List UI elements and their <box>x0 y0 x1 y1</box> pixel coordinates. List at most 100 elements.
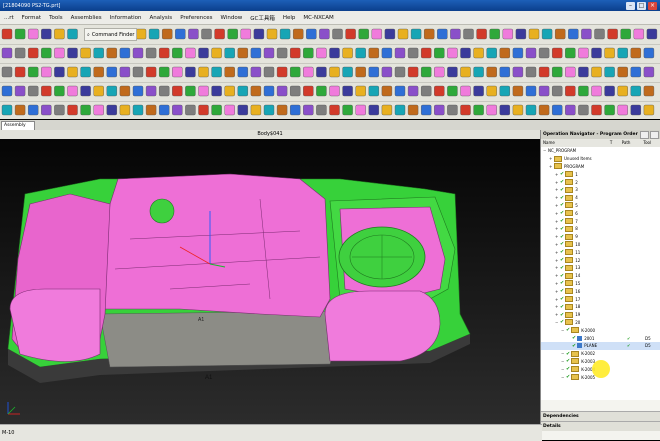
toolbar-tool-icon[interactable] <box>28 85 39 97</box>
toolbar-tool-icon[interactable] <box>93 66 104 78</box>
toolbar-tool-icon[interactable] <box>630 66 641 78</box>
toolbar-tool-icon[interactable] <box>119 66 131 78</box>
toolbar-tool-icon[interactable] <box>303 47 314 59</box>
toolbar-tool-icon[interactable] <box>604 47 615 59</box>
toolbar-tool-icon[interactable] <box>14 28 26 40</box>
tree-row[interactable]: + ✔ 15 <box>541 280 660 288</box>
toolbar-tool-icon[interactable] <box>80 85 91 97</box>
menu-item-preferences[interactable]: Preferences <box>176 15 216 21</box>
toolbar-tool-icon[interactable] <box>643 66 655 78</box>
toolbar-tool-icon[interactable] <box>512 47 524 59</box>
toolbar-tool-icon[interactable] <box>594 28 605 40</box>
toolbar-tool-icon[interactable] <box>502 28 513 40</box>
toolbar-tool-icon[interactable] <box>447 104 458 116</box>
tree-row[interactable]: + PROGRAM <box>541 163 660 171</box>
menu-item-tools[interactable]: Tools <box>45 15 67 21</box>
toolbar-tool-icon[interactable] <box>41 66 52 78</box>
toolbar-tool-icon[interactable] <box>525 66 537 78</box>
mold-model[interactable]: A1 A1 <box>0 139 540 424</box>
toolbar-tool-icon[interactable] <box>486 104 497 116</box>
toolbar-tool-icon[interactable] <box>512 104 524 116</box>
toolbar-tool-icon[interactable] <box>263 47 275 59</box>
toolbar-tool-icon[interactable] <box>172 85 183 97</box>
toolbar-tool-icon[interactable] <box>316 66 327 78</box>
toolbar-tool-icon[interactable] <box>80 104 91 116</box>
toolbar-tool-icon[interactable] <box>135 28 147 40</box>
toolbar-tool-icon[interactable] <box>630 47 641 59</box>
toolbar-tool-icon[interactable] <box>290 104 301 116</box>
toolbar-tool-icon[interactable] <box>565 47 576 59</box>
toolbar-tool-icon[interactable] <box>421 104 432 116</box>
toolbar-tool-icon[interactable] <box>211 85 222 97</box>
tree-row[interactable]: + ✔ 16 <box>541 287 660 295</box>
toolbar-tool-icon[interactable] <box>214 28 225 40</box>
tree-row[interactable]: + ✔ 6 <box>541 209 660 217</box>
toolbar-tool-icon[interactable] <box>630 85 641 97</box>
toolbar-tool-icon[interactable] <box>342 66 353 78</box>
toolbar-tool-icon[interactable] <box>463 28 474 40</box>
toolbar-tool-icon[interactable] <box>368 66 379 78</box>
toolbar-tool-icon[interactable] <box>279 28 291 40</box>
toolbar-tool-icon[interactable] <box>394 85 406 97</box>
toolbar-tool-icon[interactable] <box>499 104 510 116</box>
menu-item-format[interactable]: Format <box>18 15 45 21</box>
toolbar-tool-icon[interactable] <box>93 85 104 97</box>
tree-row[interactable]: + ✔ 12 <box>541 256 660 264</box>
toolbar-tool-icon[interactable] <box>175 28 186 40</box>
toolbar-tool-icon[interactable] <box>266 28 278 40</box>
toolbar-tool-icon[interactable] <box>316 85 327 97</box>
toolbar-tool-icon[interactable] <box>293 28 304 40</box>
toolbar-tool-icon[interactable] <box>355 66 366 78</box>
toolbar-tool-icon[interactable] <box>541 28 553 40</box>
toolbar-tool-icon[interactable] <box>161 28 173 40</box>
toolbar-tool-icon[interactable] <box>397 28 409 40</box>
toolbar-tool-icon[interactable] <box>237 104 249 116</box>
toolbar-tool-icon[interactable] <box>591 47 602 59</box>
toolbar-tool-icon[interactable] <box>421 47 432 59</box>
toolbar-tool-icon[interactable] <box>54 85 65 97</box>
tree-row[interactable]: + ✔ 10 <box>541 241 660 249</box>
toolbar-tool-icon[interactable] <box>394 47 406 59</box>
toolbar-tool-icon[interactable] <box>355 85 366 97</box>
toolbar-tool-icon[interactable] <box>198 104 209 116</box>
toolbar-tool-icon[interactable] <box>329 66 340 78</box>
toolbar-tool-icon[interactable] <box>145 85 157 97</box>
toolbar-tool-icon[interactable] <box>67 85 78 97</box>
toolbar-tool-icon[interactable] <box>552 104 563 116</box>
toolbar-tool-icon[interactable] <box>41 47 52 59</box>
command-finder[interactable]: ⌕ Command Finder <box>84 28 138 41</box>
tree-row[interactable]: + ✔ 13 <box>541 264 660 272</box>
operation-row[interactable]: ✔ PLANE ✔ D5 <box>541 341 660 350</box>
tree-row[interactable]: + ✔ 11 <box>541 248 660 256</box>
toolbar-tool-icon[interactable] <box>381 66 393 78</box>
toolbar-tool-icon[interactable] <box>421 85 432 97</box>
toolbar-tool-icon[interactable] <box>437 28 448 40</box>
toolbar-tool-icon[interactable] <box>54 28 65 40</box>
tree-row[interactable]: + ✔ 2 <box>541 178 660 186</box>
toolbar-tool-icon[interactable] <box>630 104 641 116</box>
toolbar-tool-icon[interactable] <box>538 47 550 59</box>
toolbar-tool-icon[interactable] <box>303 66 314 78</box>
toolbar-tool-icon[interactable] <box>512 66 524 78</box>
toolbar-tool-icon[interactable] <box>276 66 288 78</box>
toolbar-tool-icon[interactable] <box>578 47 589 59</box>
toolbar-tool-icon[interactable] <box>119 104 131 116</box>
toolbar-tool-icon[interactable] <box>633 28 644 40</box>
toolbar-tool-icon[interactable] <box>28 47 39 59</box>
toolbar-tool-icon[interactable] <box>486 85 497 97</box>
toolbar-tool-icon[interactable] <box>306 28 317 40</box>
toolbar-tool-icon[interactable] <box>617 66 628 78</box>
minimize-button[interactable]: – <box>626 1 635 10</box>
toolbar-tool-icon[interactable] <box>106 85 118 97</box>
toolbar-tool-icon[interactable] <box>538 104 550 116</box>
toolbar-tool-icon[interactable] <box>489 28 500 40</box>
toolbar-tool-icon[interactable] <box>148 28 160 40</box>
toolbar-tool-icon[interactable] <box>145 104 157 116</box>
toolbar-tool-icon[interactable] <box>224 47 235 59</box>
toolbar-tool-icon[interactable] <box>460 104 471 116</box>
toolbar-tool-icon[interactable] <box>145 66 157 78</box>
toolbar-tool-icon[interactable] <box>198 85 209 97</box>
toolbar-tool-icon[interactable] <box>565 104 576 116</box>
toolbar-tool-icon[interactable] <box>447 47 458 59</box>
toolbar-tool-icon[interactable] <box>591 85 602 97</box>
